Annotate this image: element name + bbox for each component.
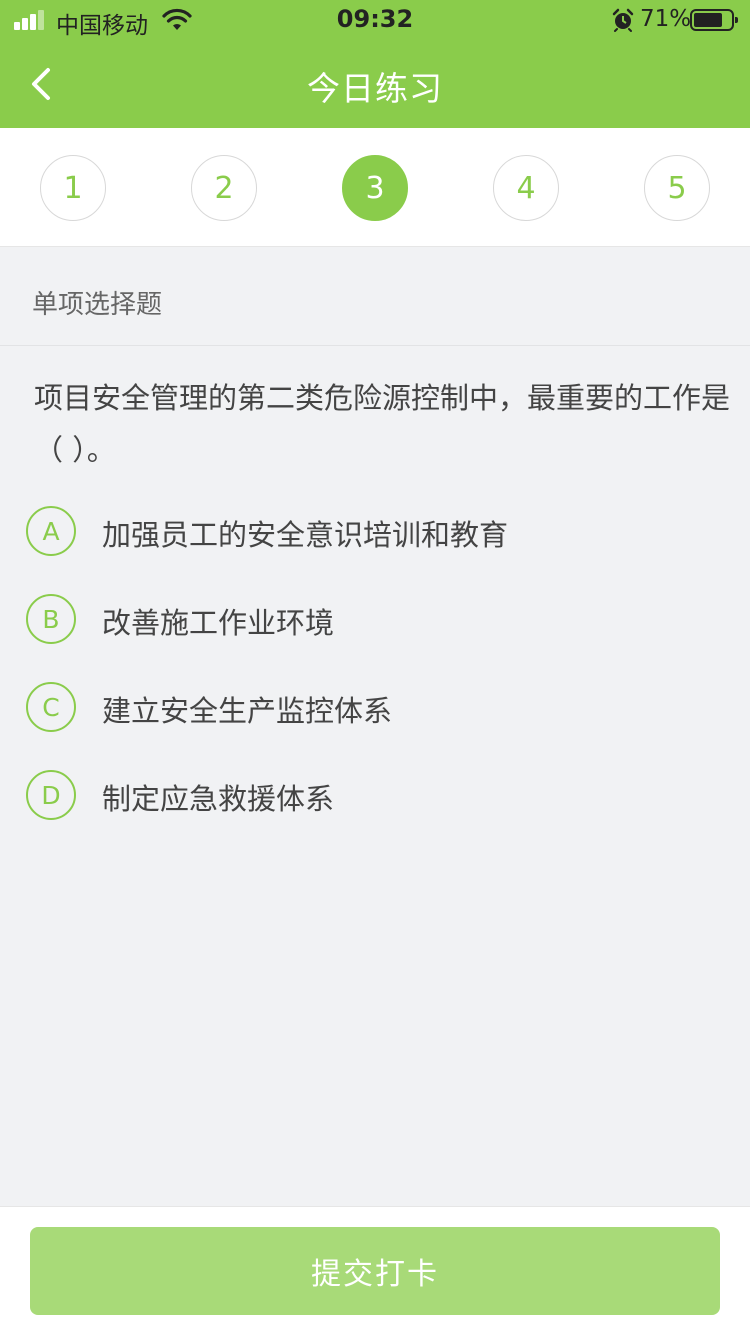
- question-number-2[interactable]: 2: [191, 155, 257, 221]
- option-d-badge: D: [26, 770, 76, 820]
- option-d-text: 制定应急救援体系: [102, 782, 335, 816]
- option-c-text: 建立安全生产监控体系: [102, 694, 393, 728]
- status-time: 09:32: [336, 5, 414, 33]
- question-number-3[interactable]: 3: [342, 155, 408, 221]
- option-a-badge: A: [26, 506, 76, 556]
- question-type: 单项选择题: [32, 290, 163, 320]
- alarm-icon: [612, 8, 634, 32]
- question-text: 项目安全管理的第二类危险源控制中，最重要的工作是（ ）。: [34, 381, 731, 467]
- status-bar: 中国移动 09:32 71%: [0, 0, 750, 40]
- header: 中国移动 09:32 71% 今日练习: [0, 0, 750, 128]
- option-c[interactable]: C 建立安全生产监控体系: [26, 682, 726, 734]
- practice-screen: 中国移动 09:32 71% 今日练习 1 2 3 4 5 单项选择题 项目安全…: [0, 0, 750, 1334]
- submit-checkin-button[interactable]: 提交打卡: [30, 1227, 720, 1315]
- battery-icon: [690, 9, 738, 31]
- page-title: 今日练习: [307, 69, 443, 108]
- option-b-text: 改善施工作业环境: [102, 606, 335, 640]
- question-number-4[interactable]: 4: [493, 155, 559, 221]
- question-number-1[interactable]: 1: [40, 155, 106, 221]
- option-a[interactable]: A 加强员工的安全意识培训和教育: [26, 506, 726, 558]
- question-number-strip: 1 2 3 4 5: [0, 128, 750, 247]
- bottom-bar: 提交打卡: [0, 1206, 750, 1334]
- battery-percent: 71%: [640, 6, 692, 32]
- option-a-text: 加强员工的安全意识培训和教育: [102, 518, 509, 552]
- option-d[interactable]: D 制定应急救援体系: [26, 770, 726, 822]
- option-b[interactable]: B 改善施工作业环境: [26, 594, 726, 646]
- option-b-badge: B: [26, 594, 76, 644]
- nav-bar: 今日练习: [0, 40, 750, 128]
- question-type-row: 单项选择题: [0, 248, 750, 346]
- option-c-badge: C: [26, 682, 76, 732]
- question-number-5[interactable]: 5: [644, 155, 710, 221]
